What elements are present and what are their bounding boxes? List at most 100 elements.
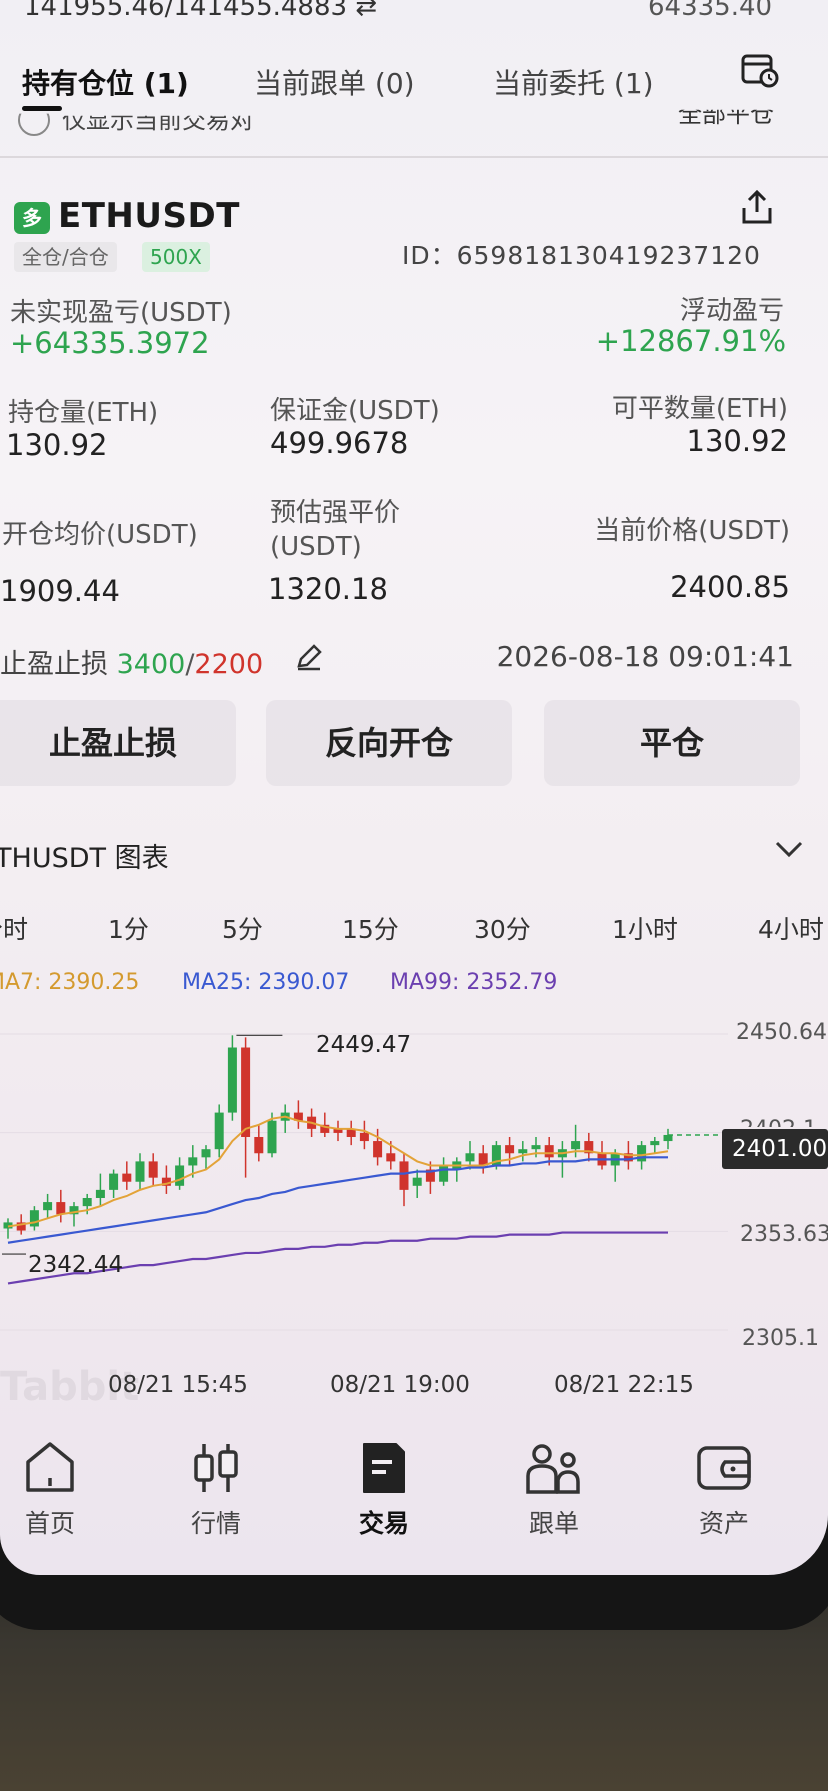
section-divider: [0, 156, 828, 158]
take-profit-value: 3400: [116, 649, 186, 680]
close-all-button[interactable]: 全部平仓: [678, 110, 774, 129]
candle-body: [135, 1161, 145, 1182]
candle-body: [95, 1189, 105, 1199]
trade-doc-icon: [363, 1443, 405, 1493]
candle-body: [188, 1157, 198, 1166]
margin-mode-tag: 全仓/合仓: [14, 242, 117, 272]
y-tick-label: 2450.64: [736, 1020, 827, 1045]
chevron-down-icon[interactable]: [772, 834, 806, 868]
x-tick-label: 08/21 15:45: [108, 1372, 248, 1398]
stop-loss-value: 2200: [194, 649, 264, 680]
candle-body: [267, 1120, 277, 1154]
candle-body: [56, 1202, 66, 1215]
nav-label: 交易: [358, 1509, 409, 1538]
reverse-position-button[interactable]: 反向开仓: [266, 700, 512, 786]
candle-body: [412, 1177, 422, 1186]
unrealized-pnl-value: +64335.3972: [10, 326, 210, 360]
show-current-pair-label: 仅显示当前交易对: [62, 106, 254, 134]
liq-price-value: 1320.18: [268, 572, 388, 606]
high-annotation: 2449.47: [316, 1032, 412, 1058]
position-qty-label: 持仓量(ETH): [8, 398, 159, 428]
candle-body: [214, 1112, 224, 1150]
interval-tab[interactable]: 4小时: [758, 910, 824, 946]
candle-body: [386, 1153, 396, 1162]
candlestick-chart[interactable]: [0, 1000, 828, 1360]
candle-body: [399, 1161, 409, 1190]
ma25-readout: MA25: 2390.07: [182, 970, 350, 995]
edit-tpsl-icon[interactable]: [294, 642, 324, 676]
closable-qty-label: 可平数量(ETH): [611, 394, 788, 424]
share-icon[interactable]: [740, 189, 774, 230]
y-tick-label: 2305.1: [742, 1326, 819, 1351]
nav-label: 资产: [698, 1509, 749, 1538]
candle-body: [109, 1173, 119, 1190]
tpsl-button[interactable]: 止盈止损: [0, 700, 236, 786]
y-tick-label: 2353.63: [740, 1222, 828, 1247]
candle-body: [122, 1173, 132, 1182]
candle-body: [43, 1202, 53, 1211]
candle-body: [637, 1145, 647, 1162]
margin-value: 499.9678: [270, 426, 409, 460]
tab-open-orders[interactable]: 当前委托 (1): [493, 62, 654, 102]
interval-tab[interactable]: 15分: [342, 910, 399, 946]
candle-body: [241, 1047, 251, 1137]
nav-copy-trading[interactable]: 跟单: [504, 1440, 604, 1540]
candle-body: [82, 1198, 92, 1207]
ma99-readout: MA99: 2352.79: [390, 970, 558, 995]
nav-trade[interactable]: 交易: [334, 1440, 434, 1540]
x-tick-label: 08/21 22:15: [554, 1372, 694, 1398]
tab-positions[interactable]: 持有仓位 (1): [22, 62, 189, 102]
position-open-time: 2026-08-18 09:01:41: [496, 640, 794, 673]
nav-label: 行情: [190, 1509, 241, 1538]
position-symbol[interactable]: ETHUSDT: [58, 196, 240, 236]
nav-label: 跟单: [528, 1509, 579, 1538]
nav-home[interactable]: 首页: [0, 1440, 100, 1540]
home-icon: [26, 1442, 74, 1492]
app-screen: 141955.46/141455.4883 ⇄ 64335.40 持有仓位 (1…: [0, 0, 828, 1575]
liq-price-unit: (USDT): [270, 532, 362, 562]
x-tick-label: 08/21 19:00: [330, 1372, 470, 1398]
interval-tab[interactable]: 1分: [108, 910, 149, 946]
candle-body: [505, 1145, 515, 1154]
candle-body: [29, 1210, 39, 1227]
interval-tab[interactable]: 30分: [474, 910, 531, 946]
position-qty-value: 130.92: [6, 428, 108, 462]
closable-qty-value: 130.92: [686, 424, 788, 458]
candle-body: [359, 1132, 369, 1142]
interval-tab[interactable]: 5分: [222, 910, 263, 946]
candles-icon: [194, 1444, 238, 1492]
low-annotation: 2342.44: [28, 1252, 124, 1278]
nav-label: 首页: [24, 1509, 75, 1538]
candle-body: [544, 1145, 554, 1158]
candle-body: [531, 1145, 541, 1150]
tpsl-row: 止盈止损 3400/2200: [0, 642, 263, 681]
nav-markets[interactable]: 行情: [166, 1440, 266, 1540]
entry-price-label: 开仓均价(USDT): [2, 520, 198, 550]
candle-body: [227, 1047, 237, 1113]
candle-body: [518, 1149, 528, 1154]
mark-price-label: 当前价格(USDT): [594, 516, 790, 546]
liq-price-label: 预估强平价: [270, 498, 401, 528]
candle-body: [465, 1153, 475, 1162]
candle-body: [254, 1136, 264, 1154]
interval-tab[interactable]: 1小时: [612, 910, 678, 946]
interval-tab[interactable]: 分时: [0, 910, 28, 946]
candle-body: [148, 1161, 158, 1178]
candle-body: [175, 1165, 185, 1186]
roi-value: +12867.91%: [595, 324, 786, 358]
leverage-tag: 500X: [142, 242, 210, 272]
active-tab-indicator: [22, 106, 62, 111]
candle-body: [663, 1134, 673, 1142]
candle-body: [373, 1141, 383, 1158]
order-history-icon[interactable]: [740, 52, 780, 92]
copy-trade-users-icon: [526, 1444, 580, 1494]
nav-assets[interactable]: 资产: [674, 1440, 774, 1540]
close-position-button[interactable]: 平仓: [544, 700, 800, 786]
tab-copy-orders[interactable]: 当前跟单 (0): [254, 62, 415, 102]
candle-body: [571, 1141, 581, 1150]
wallet-icon: [697, 1446, 751, 1490]
last-price-tag: 2401.00: [722, 1129, 828, 1169]
candle-body: [439, 1165, 449, 1182]
ma7-readout: MA7: 2390.25: [0, 970, 140, 995]
unrealized-pnl-label: 未实现盈亏(USDT): [10, 298, 232, 328]
